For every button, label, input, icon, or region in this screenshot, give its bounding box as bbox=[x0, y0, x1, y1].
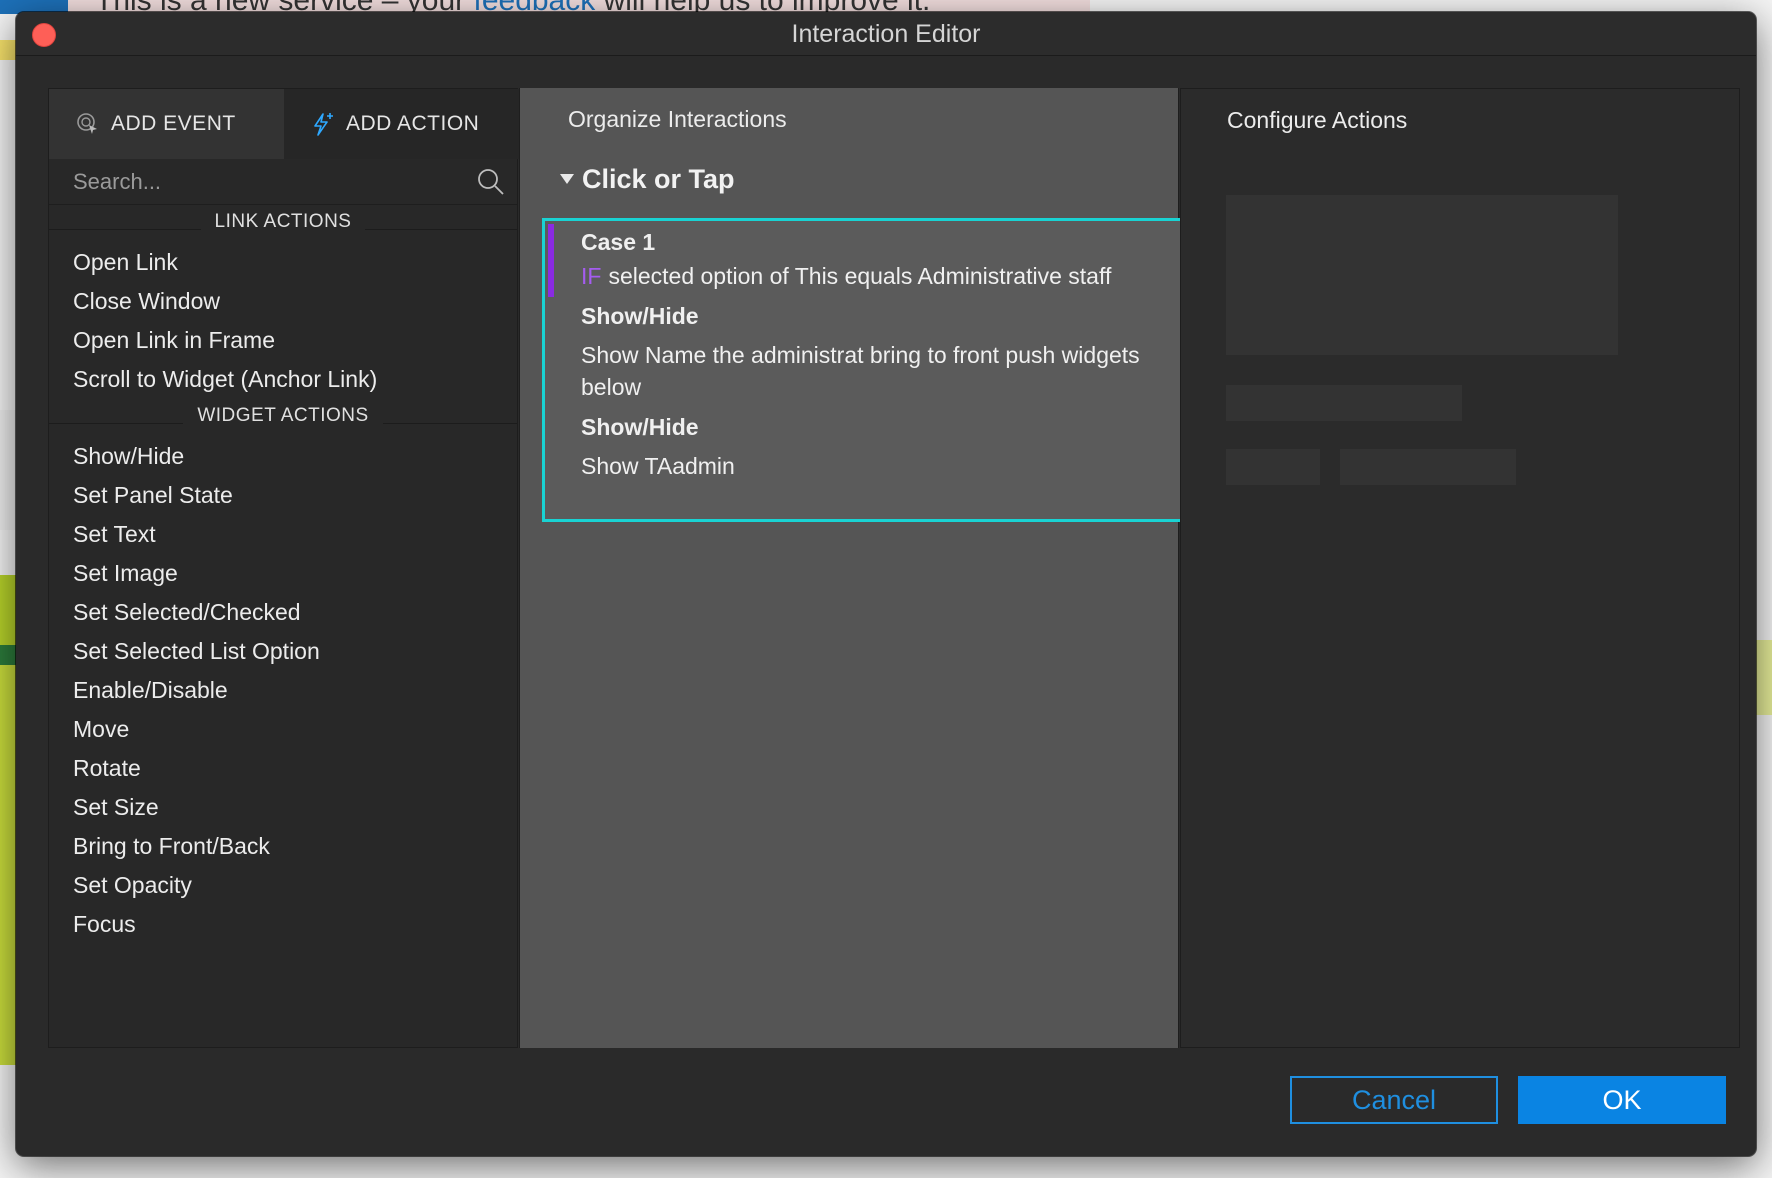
background-left-edge bbox=[0, 0, 16, 1178]
library-tabs: ADD EVENT ADD ACTION bbox=[49, 89, 519, 159]
action-set-size[interactable]: Set Size bbox=[73, 789, 159, 825]
case-condition[interactable]: IF selected option of This equals Adminis… bbox=[581, 263, 1111, 290]
actions-library-panel: ADD EVENT ADD ACTION LI bbox=[48, 88, 519, 1048]
tab-add-action-label: ADD ACTION bbox=[346, 112, 480, 135]
action-1-title[interactable]: Show/Hide bbox=[581, 303, 699, 330]
condition-text: selected option of This equals Administr… bbox=[608, 263, 1112, 289]
config-placeholder-bar bbox=[1226, 385, 1462, 421]
interaction-editor-dialog: Interaction Editor ADD EVENT ADD ACTION … bbox=[16, 12, 1756, 1156]
action-close-window[interactable]: Close Window bbox=[73, 283, 220, 319]
window-title: Interaction Editor bbox=[791, 20, 981, 48]
config-placeholder-small bbox=[1226, 449, 1320, 485]
action-1-description[interactable]: Show Name the administrat bring to front… bbox=[581, 339, 1191, 403]
cancel-button[interactable]: Cancel bbox=[1290, 1076, 1498, 1124]
cursor-click-icon bbox=[75, 111, 101, 137]
organize-interactions-title: Organize Interactions bbox=[568, 106, 787, 132]
action-open-link-in-frame[interactable]: Open Link in Frame bbox=[73, 322, 275, 358]
action-set-text[interactable]: Set Text bbox=[73, 516, 156, 552]
action-focus[interactable]: Focus bbox=[73, 906, 136, 942]
case-indicator-bar bbox=[548, 224, 554, 297]
event-label: Click or Tap bbox=[582, 163, 735, 194]
action-scroll-to-widget[interactable]: Scroll to Widget (Anchor Link) bbox=[73, 361, 377, 397]
action-show-hide[interactable]: Show/Hide bbox=[73, 438, 184, 474]
action-2-description[interactable]: Show TAadmin bbox=[581, 450, 1191, 482]
config-placeholder-block bbox=[1226, 195, 1618, 355]
search-input[interactable] bbox=[73, 159, 463, 205]
tab-add-event[interactable]: ADD EVENT bbox=[49, 89, 284, 159]
organize-interactions-panel: Organize Interactions Click or Tap Case … bbox=[519, 88, 1220, 1048]
widget-actions-header: WIDGET ACTIONS bbox=[49, 401, 517, 431]
tab-add-action[interactable]: ADD ACTION bbox=[284, 89, 519, 159]
configure-actions-title: Configure Actions bbox=[1227, 107, 1408, 133]
ok-button[interactable]: OK bbox=[1518, 1076, 1726, 1124]
tab-add-event-label: ADD EVENT bbox=[111, 112, 236, 135]
action-open-link[interactable]: Open Link bbox=[73, 244, 178, 280]
action-move[interactable]: Move bbox=[73, 711, 129, 747]
event-click-or-tap[interactable]: Click or Tap bbox=[560, 161, 735, 197]
lightning-plus-icon bbox=[310, 111, 336, 137]
action-2-title[interactable]: Show/Hide bbox=[581, 414, 699, 441]
case-title[interactable]: Case 1 bbox=[581, 229, 655, 256]
title-bar: Interaction Editor bbox=[16, 12, 1756, 56]
caret-down-icon[interactable] bbox=[560, 174, 574, 184]
link-actions-header: LINK ACTIONS bbox=[49, 207, 517, 237]
action-set-selected-list-option[interactable]: Set Selected List Option bbox=[73, 633, 320, 669]
action-bring-to-front-back[interactable]: Bring to Front/Back bbox=[73, 828, 270, 864]
if-keyword: IF bbox=[581, 263, 602, 289]
action-rotate[interactable]: Rotate bbox=[73, 750, 141, 786]
action-enable-disable[interactable]: Enable/Disable bbox=[73, 672, 228, 708]
configure-actions-panel: Configure Actions bbox=[1180, 88, 1740, 1048]
action-set-panel-state[interactable]: Set Panel State bbox=[73, 477, 233, 513]
action-set-selected-checked[interactable]: Set Selected/Checked bbox=[73, 594, 301, 630]
search-icon[interactable] bbox=[476, 167, 506, 197]
search-row bbox=[49, 159, 517, 205]
case-1-block[interactable]: Case 1 IF selected option of This equals … bbox=[542, 218, 1220, 522]
config-placeholder-medium bbox=[1340, 449, 1516, 485]
action-set-opacity[interactable]: Set Opacity bbox=[73, 867, 192, 903]
action-set-image[interactable]: Set Image bbox=[73, 555, 178, 591]
